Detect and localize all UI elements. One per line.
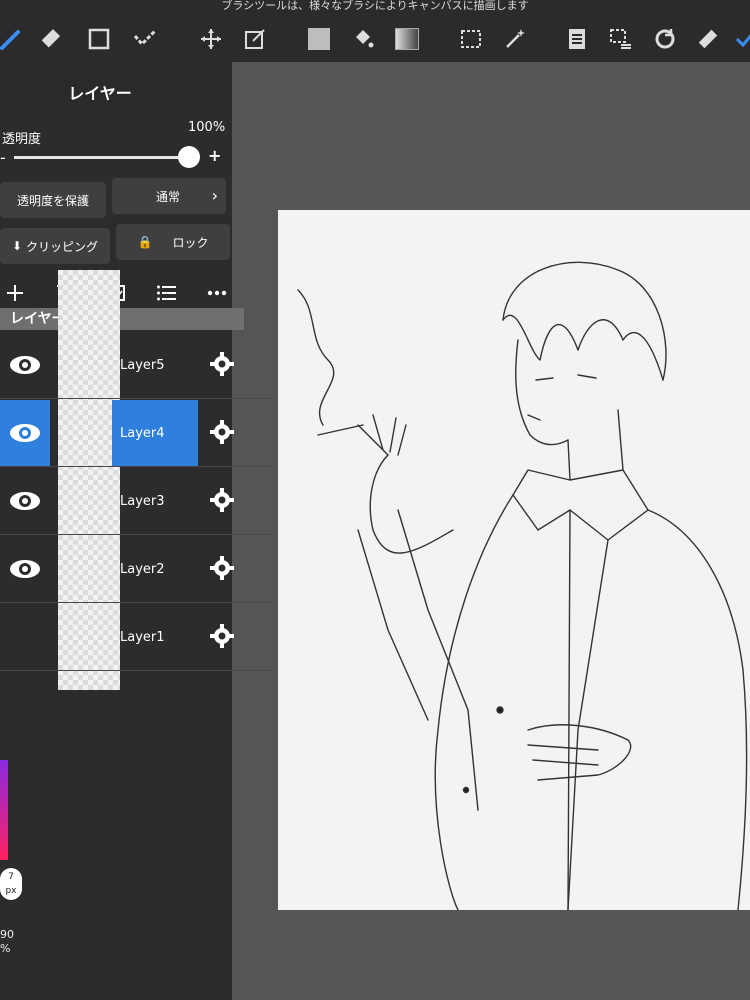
list-icon[interactable] [152,278,182,308]
gear-icon [210,352,234,376]
top-toolbar: ブラシツールは、様々なブラシによりキャンバスに描画します [0,0,750,62]
layer-row[interactable]: Layer2 [0,536,270,603]
visibility-toggle[interactable] [0,536,50,602]
magic-wand-icon[interactable] [500,24,530,54]
gear-icon [210,420,234,444]
brush-tool-icon[interactable] [0,24,26,54]
eye-icon [10,492,40,510]
protect-alpha-button[interactable]: 透明度を保護 [0,182,106,218]
layer-settings-button[interactable] [202,478,242,522]
layer-row[interactable]: Layer3 [0,468,270,535]
layer-name: Layer5 [120,357,165,373]
visibility-toggle[interactable] [0,468,50,534]
lock-label: ロック [172,235,209,250]
lasso-tool-icon[interactable] [130,24,160,54]
visibility-toggle[interactable] [0,604,50,670]
layer-name: Layer1 [120,629,165,645]
opacity-slider-knob[interactable] [178,146,200,168]
chevron-right-icon: › [211,186,218,205]
brush-size-value: 7 [8,872,14,882]
lock-icon: 🔒 [137,235,153,249]
opacity-minus-icon[interactable]: - [0,148,6,167]
visibility-toggle[interactable] [0,400,50,466]
brush-opacity-indicator[interactable]: 90 % [0,928,14,956]
eraser-tool-icon[interactable] [38,24,68,54]
layer-row-selected[interactable]: Layer4 [0,400,270,467]
gear-icon [210,624,234,648]
brush-opacity-value: 90 [0,928,14,941]
layer-list-icon[interactable] [562,24,592,54]
eye-icon [10,424,40,442]
layer-row[interactable]: Layer5 [0,332,270,399]
eye-icon [10,560,40,578]
brush-opacity-unit: % [0,942,11,955]
blend-mode-button[interactable]: 通常 › [112,178,226,214]
tool-hint-text: ブラシツールは、様々なブラシによりキャンバスに描画します [221,0,529,12]
ruler-icon[interactable] [692,24,722,54]
gear-icon [210,488,234,512]
opacity-value: 100% [188,120,226,135]
lock-button[interactable]: 🔒 ロック [116,224,230,260]
more-options-icon[interactable] [202,278,232,308]
layer-name: Layer4 [112,400,198,466]
brush-size-indicator[interactable]: 7 px [0,868,22,900]
layer-name: Layer2 [120,561,165,577]
opacity-plus-icon[interactable]: + [208,146,221,165]
color-bar[interactable] [0,760,8,860]
shape-tool-icon[interactable] [84,24,114,54]
move-tool-icon[interactable] [196,24,226,54]
selection-menu-icon[interactable] [606,24,636,54]
clipping-arrow-icon: ⬇ [11,239,23,253]
gradient-tool-icon[interactable] [392,24,422,54]
layer-list-title: レイヤー一覧 [0,308,244,330]
opacity-slider-track[interactable] [14,156,190,159]
blend-mode-label: 通常 [156,189,181,204]
visibility-toggle[interactable] [0,332,50,398]
brush-size-unit: px [5,886,17,896]
opacity-label: 透明度 [2,132,42,147]
layer-settings-button[interactable] [202,614,242,658]
transform-tool-icon[interactable] [240,24,270,54]
layer-row[interactable]: Layer1 [0,604,270,671]
layer-settings-button[interactable] [202,342,242,386]
color-swatch-icon[interactable] [304,24,334,54]
fill-bucket-icon[interactable] [348,24,378,54]
check-icon[interactable] [730,24,750,54]
rotate-canvas-icon[interactable] [650,24,680,54]
layer-settings-button[interactable] [202,410,242,454]
clipping-button[interactable]: ⬇ クリッピング [0,228,110,264]
layer-list: Layer5 Layer4 Layer3 Layer2 Layer1 [0,332,270,672]
add-layer-icon[interactable] [0,278,30,308]
layer-panel-header: レイヤー [0,62,232,118]
clipping-label: クリッピング [26,239,99,254]
gear-icon [210,556,234,580]
line-art-drawing [297,261,748,911]
layer-settings-button[interactable] [202,546,242,590]
eye-icon [10,356,40,374]
panel-title: レイヤー [68,84,132,103]
drawing-canvas[interactable] [278,210,750,911]
select-tool-icon[interactable] [456,24,486,54]
layer-name: Layer3 [120,493,165,509]
